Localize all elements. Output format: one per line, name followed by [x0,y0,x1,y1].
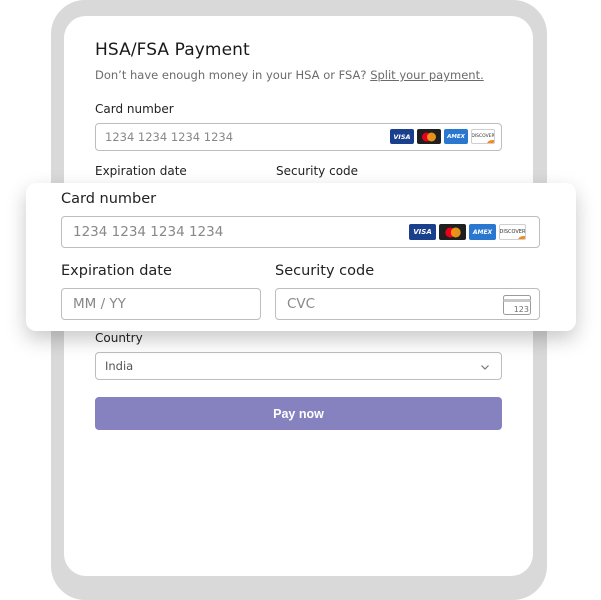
chevron-down-icon [480,361,490,375]
country-select[interactable]: India [95,352,502,380]
country-label: Country [95,331,143,345]
visa-icon: VISA [390,129,414,144]
discover-icon: DISCOVER [499,224,526,240]
amex-icon: AMEX [469,224,496,240]
card-number-placeholder: 1234 1234 1234 1234 [105,130,234,144]
expiration-label: Expiration date [95,164,187,178]
cvc-card-icon: 123 [503,295,531,319]
expiration-placeholder: MM / YY [73,296,126,312]
overlay-card-number-placeholder: 1234 1234 1234 1234 [73,224,224,240]
overlay-card-number-label: Card number [61,191,157,207]
subtitle-text: Don’t have enough money in your HSA or F… [95,68,367,82]
amex-icon: AMEX [444,129,468,144]
card-number-label: Card number [95,102,174,116]
page-title: HSA/FSA Payment [95,40,250,60]
overlay-expiration-input[interactable]: MM / YY [61,288,261,320]
cvc-placeholder: CVC [287,296,316,312]
overlay-card-brand-icons: VISA AMEX DISCOVER [409,224,526,240]
card-brand-icons: VISA AMEX DISCOVER [390,129,495,144]
visa-icon: VISA [409,224,436,240]
discover-icon: DISCOVER [471,129,495,144]
overlay-security-code-label: Security code [275,263,375,279]
svg-text:123: 123 [514,305,529,314]
split-payment-link[interactable]: Split your payment. [370,68,484,82]
country-value: India [105,359,134,373]
overlay-security-code-input[interactable]: CVC 123 [275,288,540,320]
pay-now-button[interactable]: Pay now [95,397,502,430]
subtitle: Don’t have enough money in your HSA or F… [95,68,484,82]
mastercard-icon [439,224,466,240]
security-code-label: Security code [276,164,359,178]
overlay-expiration-label: Expiration date [61,263,172,279]
mastercard-icon [417,129,441,144]
